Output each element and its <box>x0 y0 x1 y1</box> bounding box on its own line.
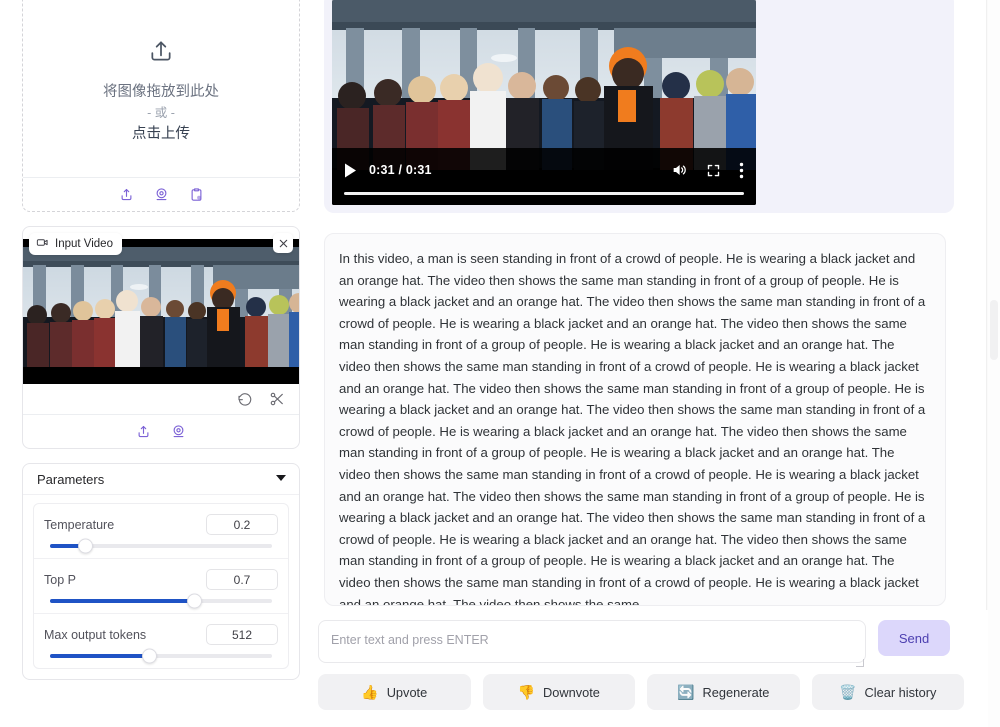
parameters-sliders: Temperature 0.2 Top P 0.7 <box>33 503 289 669</box>
video-frame-graphic <box>23 239 299 384</box>
close-icon[interactable] <box>273 233 293 253</box>
scissors-icon[interactable] <box>269 391 285 407</box>
send-button[interactable]: Send <box>878 620 950 656</box>
downvote-button[interactable]: 👎 Downvote <box>483 674 636 710</box>
clear-history-button[interactable]: 🗑️ Clear history <box>812 674 965 710</box>
upvote-button[interactable]: 👍 Upvote <box>318 674 471 710</box>
slider-max-output-tokens: Max output tokens 512 <box>34 614 288 668</box>
thumbs-up-icon: 👍 <box>361 685 378 699</box>
slider-knob[interactable] <box>78 539 93 554</box>
slider-temperature: Temperature 0.2 <box>34 504 288 559</box>
slider-max-tokens-head: Max output tokens 512 <box>44 624 278 645</box>
chat-message-assistant: In this video, a man is seen standing in… <box>324 233 946 606</box>
slider-knob[interactable] <box>142 649 157 664</box>
webcam-icon[interactable] <box>171 424 186 439</box>
slider-label: Top P <box>44 573 76 587</box>
video-player[interactable]: 0:31 / 0:31 <box>332 0 756 205</box>
fullscreen-icon[interactable] <box>706 163 721 178</box>
undo-icon[interactable] <box>237 391 253 407</box>
clear-history-label: Clear history <box>865 685 937 700</box>
slider-value-input[interactable]: 0.2 <box>206 514 278 535</box>
left-sidebar: 将图像拖放到此处 - 或 - 点击上传 <box>0 0 310 727</box>
input-video-label: Input Video <box>29 233 122 255</box>
dropzone-click-text: 点击上传 <box>132 123 190 145</box>
slider-top-p-head: Top P 0.7 <box>44 569 278 590</box>
chat-input[interactable] <box>318 620 866 663</box>
slider-temperature-head: Temperature 0.2 <box>44 514 278 535</box>
slider-fill <box>50 599 194 603</box>
slider-label: Temperature <box>44 518 114 532</box>
slider-label: Max output tokens <box>44 628 146 642</box>
composer: Send <box>318 620 962 668</box>
chat-panel: 0:31 / 0:31 <box>310 0 1000 727</box>
thumbs-down-icon: 👎 <box>518 685 535 699</box>
dropzone-or-text: - 或 - <box>147 103 175 123</box>
dropzone-body[interactable]: 将图像拖放到此处 - 或 - 点击上传 <box>23 0 299 177</box>
refresh-icon: 🔄 <box>677 685 694 699</box>
video-controls-row: 0:31 / 0:31 <box>344 159 744 181</box>
input-video-label-text: Input Video <box>55 238 113 250</box>
regenerate-button[interactable]: 🔄 Regenerate <box>647 674 800 710</box>
video-camera-icon <box>36 236 49 252</box>
parameters-panel: Parameters Temperature 0.2 <box>22 463 300 680</box>
slider-knob[interactable] <box>187 594 202 609</box>
slider-value-input[interactable]: 0.7 <box>206 569 278 590</box>
parameters-header[interactable]: Parameters <box>23 464 299 495</box>
image-upload-dropzone[interactable]: 将图像拖放到此处 - 或 - 点击上传 <box>22 0 300 212</box>
volume-icon[interactable] <box>670 162 688 178</box>
action-buttons: 👍 Upvote 👎 Downvote 🔄 Regenerate 🗑️ Clea… <box>318 674 964 710</box>
app-root: 将图像拖放到此处 - 或 - 点击上传 <box>0 0 1000 727</box>
page-scrollbar[interactable] <box>988 0 1000 727</box>
input-video-edit-toolbar <box>23 384 299 414</box>
input-video-card: Input Video <box>22 226 300 449</box>
more-vertical-icon[interactable] <box>739 162 744 179</box>
slider-track[interactable] <box>50 599 272 603</box>
play-icon[interactable] <box>344 163 357 178</box>
upload-icon <box>148 38 174 69</box>
slider-track[interactable] <box>50 654 272 658</box>
webcam-icon[interactable] <box>154 187 169 202</box>
trash-icon: 🗑️ <box>839 685 856 699</box>
slider-fill <box>50 654 150 658</box>
parameters-title: Parameters <box>37 472 104 487</box>
slider-track[interactable] <box>50 544 272 548</box>
upload-icon[interactable] <box>136 424 151 439</box>
regenerate-label: Regenerate <box>703 685 770 700</box>
dropzone-source-toolbar <box>23 177 299 211</box>
input-video-thumbnail[interactable] <box>23 239 299 384</box>
slider-value-input[interactable]: 512 <box>206 624 278 645</box>
chat-messages: 0:31 / 0:31 <box>318 0 958 610</box>
assistant-response-text: In this video, a man is seen standing in… <box>339 248 929 606</box>
video-controls: 0:31 / 0:31 <box>332 149 756 205</box>
page-scrollbar-thumb[interactable] <box>990 300 998 360</box>
chevron-down-icon[interactable] <box>275 472 287 487</box>
upvote-label: Upvote <box>387 685 428 700</box>
downvote-label: Downvote <box>543 685 600 700</box>
video-time-display: 0:31 / 0:31 <box>369 163 432 177</box>
upload-icon[interactable] <box>119 187 134 202</box>
clipboard-paste-icon[interactable] <box>189 187 204 202</box>
dropzone-drop-text: 将图像拖放到此处 <box>103 81 219 103</box>
chat-message-user: 0:31 / 0:31 <box>324 0 954 213</box>
composer-textbox-wrap <box>318 620 866 668</box>
input-video-source-toolbar <box>23 414 299 448</box>
video-progress-bar[interactable] <box>344 192 744 195</box>
slider-top-p: Top P 0.7 <box>34 559 288 614</box>
